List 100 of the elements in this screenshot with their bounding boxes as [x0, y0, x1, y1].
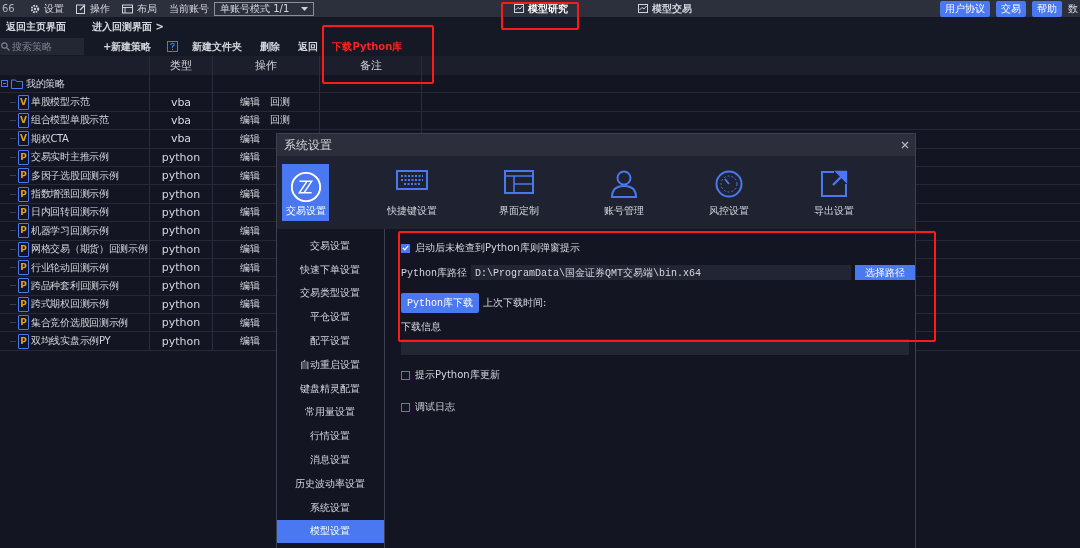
action-link[interactable]: 编辑	[240, 260, 260, 275]
search-icon	[1, 42, 10, 51]
file-icon: P	[18, 168, 29, 184]
settings-menu-item[interactable]: 消息设置	[277, 448, 384, 472]
strategy-name[interactable]: 组合模型单股示范	[31, 113, 109, 128]
action-link[interactable]: 编辑	[240, 150, 260, 165]
action-link[interactable]: 编辑	[240, 113, 260, 128]
settings-tab[interactable]: 账号管理	[600, 164, 647, 221]
settings-menu-item[interactable]: 键盘精灵配置	[277, 376, 384, 401]
chart-icon	[638, 4, 648, 13]
action-link[interactable]: 回测	[270, 113, 290, 128]
new-folder-button[interactable]: 新建文件夹	[192, 39, 243, 54]
strategy-name[interactable]: 跨品种套利回测示例	[31, 279, 119, 293]
checkbox[interactable]	[401, 243, 410, 253]
strategy-name[interactable]: 日内回转回测示例	[31, 205, 109, 220]
action-link[interactable]: 编辑	[240, 223, 260, 238]
new-strategy-button[interactable]: +新建策略	[103, 39, 152, 54]
back-button[interactable]: 返回	[298, 39, 319, 54]
action-link[interactable]: 编辑	[240, 297, 260, 312]
settings-tab[interactable]: 风控设置	[705, 164, 752, 221]
strategy-name[interactable]: 交易实时主推示例	[31, 150, 109, 165]
settings-menu-item[interactable]: 模型设置	[277, 519, 384, 544]
strategy-name[interactable]: 跨式期权回测示例	[31, 297, 109, 312]
download-button[interactable]: Python库下载	[401, 293, 479, 313]
annotation-text: 下载Python库	[332, 39, 403, 54]
strategy-name[interactable]: 行业轮动回测示例	[31, 260, 109, 275]
settings-tab[interactable]: 快捷键设置	[387, 164, 437, 221]
strategy-name[interactable]: 集合竞价选股回测示例	[31, 315, 128, 330]
menu-item[interactable]: 布局	[122, 1, 157, 16]
strategy-name[interactable]: 期权CTA	[31, 131, 69, 146]
menu-item[interactable]: 操作	[76, 1, 110, 16]
search-field[interactable]: 搜索策略	[0, 38, 84, 55]
nav-link[interactable]: 返回主页界面	[6, 20, 66, 34]
folder-label[interactable]: 我的策略	[26, 76, 65, 91]
action-link[interactable]: 编辑	[240, 95, 260, 110]
edit-icon	[76, 3, 86, 14]
action-link[interactable]: 编辑	[240, 168, 260, 183]
checkbox-label: 启动后未检查到Python库则弹窗提示	[415, 241, 580, 255]
column-header: 操作	[255, 58, 277, 73]
delete-button[interactable]: 删除	[260, 39, 281, 54]
table-cell: vba	[170, 113, 192, 127]
cut-label: 66	[2, 3, 16, 14]
action-link[interactable]: 编辑	[240, 187, 260, 202]
strategy-name[interactable]: 网格交易（期货）回测示例	[31, 242, 148, 257]
layout-icon	[122, 3, 133, 14]
choose-path-button[interactable]: 选择路径	[855, 265, 915, 280]
file-icon: P	[18, 260, 29, 276]
file-icon: V	[18, 131, 29, 147]
checkbox-label: 提示Python库更新	[415, 368, 500, 382]
checkbox[interactable]	[401, 402, 410, 412]
strategy-name[interactable]: 单股模型示范	[31, 95, 90, 110]
action-link[interactable]: 编辑	[240, 205, 260, 220]
column-header: 备注	[359, 58, 382, 73]
settings-menu-item[interactable]: 交易设置	[277, 234, 384, 258]
account-dropdown[interactable]: 单账号模式 1/1	[214, 1, 315, 16]
help-icon[interactable]	[167, 41, 179, 52]
settings-tab[interactable]: 导出设置	[810, 164, 857, 221]
settings-menu-item[interactable]: 快速下单设置	[277, 257, 384, 282]
strategy-name[interactable]: 指数增强回测示例	[31, 187, 109, 202]
cut-label: 数	[1068, 1, 1079, 16]
strategy-name[interactable]: 双均线实盘示例PY	[31, 334, 111, 349]
action-link[interactable]: 编辑	[240, 242, 260, 257]
close-icon[interactable]	[901, 141, 909, 149]
table-cell: python	[161, 150, 201, 164]
action-link[interactable]: 回测	[270, 95, 290, 110]
top-button[interactable]: 交易	[996, 0, 1026, 17]
settings-menu-item[interactable]: 历史波动率设置	[277, 471, 384, 496]
action-link[interactable]: 编辑	[240, 334, 260, 349]
nav-link[interactable]: 进入回测界面 >	[92, 20, 164, 34]
action-link[interactable]: 编辑	[240, 131, 260, 146]
account-label: 当前账号	[169, 1, 209, 16]
gauge-icon	[714, 170, 743, 198]
menu-item[interactable]: 设置	[30, 1, 64, 16]
top-button[interactable]: 帮助	[1032, 0, 1062, 17]
checkbox[interactable]	[401, 370, 410, 380]
settings-menu-item[interactable]: 自动重启设置	[277, 353, 384, 377]
settings-menu-item[interactable]: 交易类型设置	[277, 281, 384, 306]
settings-menu-item[interactable]: 系统设置	[277, 495, 384, 520]
info-label: 下载信息	[401, 320, 442, 334]
caret-icon	[301, 6, 309, 11]
action-link[interactable]: 编辑	[240, 315, 260, 330]
file-icon: V	[18, 94, 29, 110]
mode-tab[interactable]: 模型研究	[508, 1, 574, 16]
path-field[interactable]: D:\ProgramData\国金证券QMT交易端\bin.x64	[471, 265, 851, 280]
top-button[interactable]: 用户协议	[940, 0, 990, 17]
dialog-title: 系统设置	[284, 137, 332, 153]
strategy-name[interactable]: 机器学习回测示例	[31, 223, 109, 238]
collapse-icon[interactable]	[1, 80, 8, 88]
file-icon: P	[18, 223, 29, 239]
mode-tab[interactable]: 模型交易	[632, 1, 698, 16]
last-download-label: 上次下载时间:	[483, 296, 547, 310]
settings-menu-item[interactable]: 配平设置	[277, 329, 384, 353]
settings-tab[interactable]: 交易设置	[282, 164, 329, 221]
settings-menu-item[interactable]: 平仓设置	[277, 305, 384, 330]
settings-menu-item[interactable]: 常用量设置	[277, 400, 384, 425]
export-icon	[819, 170, 848, 198]
settings-menu-item[interactable]: 行情设置	[277, 424, 384, 449]
action-link[interactable]: 编辑	[240, 279, 260, 293]
settings-tab[interactable]: 界面定制	[495, 164, 542, 221]
strategy-name[interactable]: 多因子选股回测示例	[31, 168, 119, 183]
